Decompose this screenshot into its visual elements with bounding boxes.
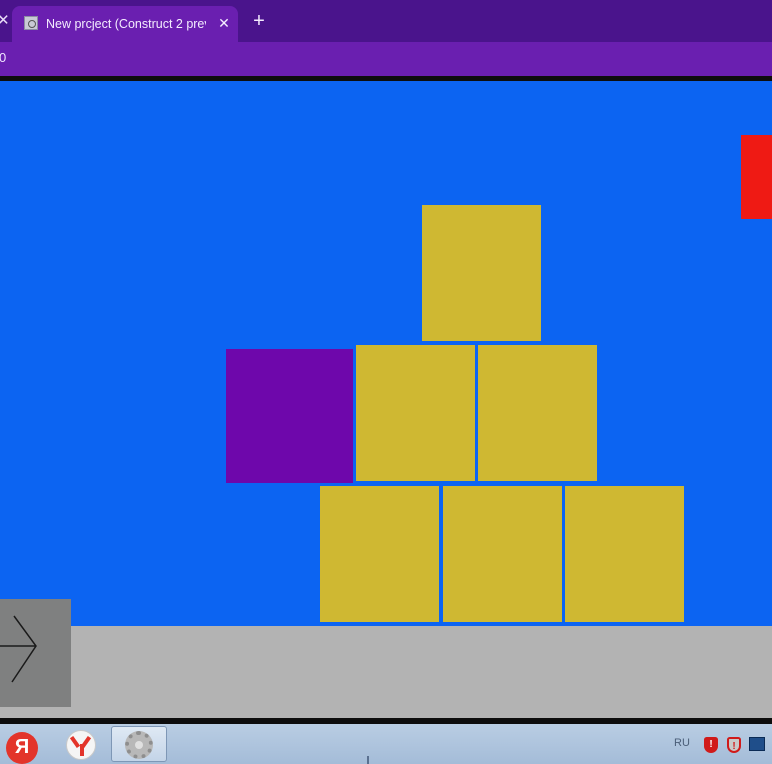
taskbar: Я RU ! !	[0, 724, 772, 764]
game-canvas[interactable]	[0, 81, 772, 718]
box-block	[320, 486, 439, 622]
box-block	[565, 486, 684, 622]
browser-tab-bar: ✕ New prcject (Construct 2 preview ✕ +	[0, 0, 772, 42]
yandex-browser-icon[interactable]	[66, 730, 96, 760]
arrow-right-icon	[0, 615, 37, 683]
tab-title: New prcject (Construct 2 preview	[46, 17, 206, 31]
previous-tab-close-icon[interactable]: ✕	[0, 12, 10, 30]
construct-taskbar-button[interactable]	[111, 726, 167, 762]
antivirus-warning-icon[interactable]: !	[727, 737, 741, 753]
language-indicator[interactable]: RU	[674, 736, 690, 750]
ground	[0, 626, 772, 718]
construct-favicon-icon	[24, 16, 38, 30]
gear-icon	[125, 731, 153, 759]
enemy-block	[741, 135, 772, 219]
move-right-button[interactable]	[0, 599, 71, 707]
new-tab-button[interactable]: +	[250, 11, 268, 31]
active-tab[interactable]: New prcject (Construct 2 preview ✕	[12, 6, 238, 42]
player-block	[226, 349, 353, 483]
address-text: 0	[0, 50, 7, 65]
yandex-icon[interactable]: Я	[6, 732, 38, 764]
box-block	[443, 486, 562, 622]
network-icon[interactable]	[749, 737, 765, 751]
address-bar[interactable]: 0	[0, 42, 772, 76]
box-block	[478, 345, 597, 481]
box-block	[422, 205, 541, 341]
antivirus-shield-icon[interactable]: !	[704, 737, 718, 753]
text-cursor	[367, 756, 369, 764]
box-block	[356, 345, 475, 481]
tab-close-icon[interactable]: ✕	[216, 14, 232, 32]
